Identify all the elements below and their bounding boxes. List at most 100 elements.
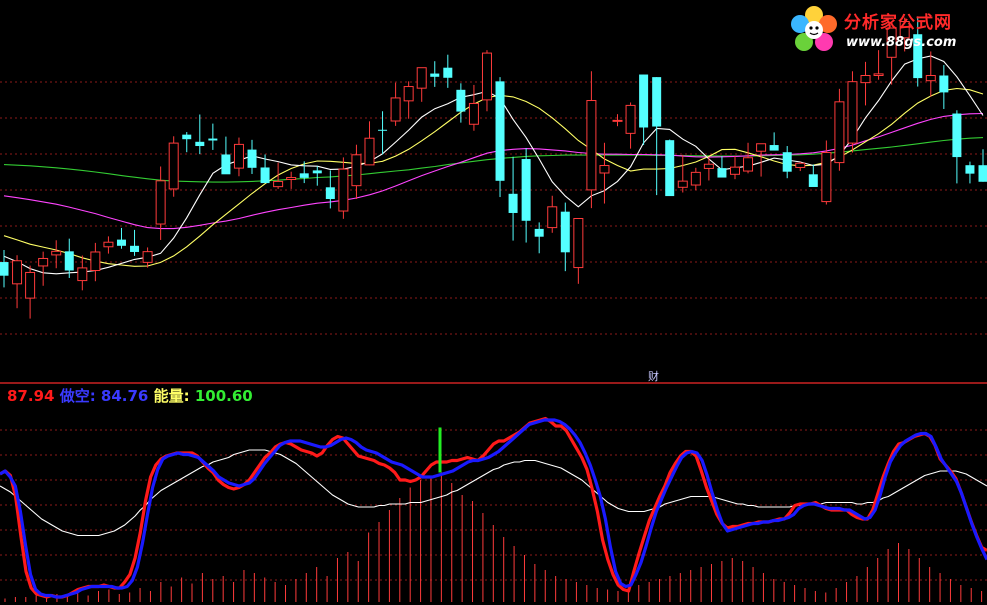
candle-body: [599, 165, 610, 174]
legend-value-2: 84.76: [100, 387, 149, 405]
candle-body: [116, 239, 126, 246]
candle: [456, 83, 466, 123]
candle-body: [743, 157, 754, 172]
candle-body: [168, 142, 179, 190]
candle: [468, 84, 479, 131]
candle-body: [978, 165, 987, 182]
candle-body: [430, 73, 440, 77]
candle: [847, 71, 858, 153]
candle-body: [155, 180, 166, 225]
candle-body: [939, 75, 949, 93]
moving-average-lines: [3, 55, 984, 275]
candle-body: [808, 174, 818, 187]
candle: [690, 167, 701, 191]
candle-body: [378, 129, 388, 131]
candle: [860, 61, 871, 106]
candle-body: [860, 75, 871, 84]
candle: [534, 222, 544, 254]
candle-body: [690, 171, 701, 186]
candle-body: [573, 218, 584, 269]
candle-body: [273, 180, 284, 188]
candle-body: [0, 262, 9, 276]
candle: [573, 218, 584, 284]
financial-marker[interactable]: 财: [648, 368, 659, 384]
candle-body: [233, 143, 244, 169]
candle-body: [547, 206, 558, 229]
candle: [64, 238, 74, 278]
candle-body: [703, 163, 714, 169]
candle: [599, 142, 610, 204]
candle: [965, 161, 975, 184]
candle-body: [90, 251, 101, 272]
candle-body: [38, 257, 49, 267]
candle-body: [77, 267, 88, 282]
candle: [834, 88, 845, 171]
candle: [952, 110, 962, 184]
candle-body: [495, 81, 505, 181]
candle-body: [51, 250, 62, 256]
candle-body: [639, 74, 649, 128]
candle-body: [925, 75, 936, 82]
candle: [168, 136, 179, 197]
candle: [703, 157, 714, 181]
candle-body: [142, 251, 153, 263]
candle-body: [782, 152, 792, 172]
candle: [338, 157, 349, 219]
candle: [364, 121, 375, 166]
candle-body: [756, 143, 767, 152]
candle-body: [103, 241, 114, 248]
watermark-logo: 分析家公式网 www.88gs.com: [788, 4, 984, 60]
candle: [639, 74, 649, 146]
candle: [808, 164, 818, 187]
candle-body: [717, 168, 727, 178]
candle: [273, 162, 284, 189]
candle-body: [665, 140, 675, 197]
watermark-brand: 分析家公式网: [844, 13, 952, 33]
candle-body: [312, 170, 322, 174]
candle-body: [12, 260, 23, 285]
candle: [586, 71, 597, 209]
candle-body: [847, 81, 858, 144]
candle-body: [208, 138, 218, 141]
candle-body: [25, 271, 36, 299]
candle-body: [403, 86, 414, 102]
flower-logo-icon: [791, 6, 837, 51]
candle-body: [182, 134, 192, 140]
candle: [508, 156, 518, 241]
candle: [116, 227, 126, 249]
candle: [182, 132, 192, 153]
candle-body: [443, 67, 453, 78]
candle-body: [468, 102, 479, 125]
legend-label-3: 能量:: [153, 387, 190, 405]
candle-body: [652, 77, 662, 127]
candle-body: [221, 154, 231, 175]
candle: [103, 236, 114, 254]
stock-chart-canvas: [0, 16, 987, 602]
candle-body: [560, 211, 570, 253]
candle-body: [130, 245, 140, 252]
candle-body: [625, 104, 636, 134]
moving-average-white: [3, 55, 984, 275]
candle-body: [586, 100, 597, 191]
candle-body: [195, 141, 205, 147]
candle: [142, 247, 153, 268]
candle-body: [612, 119, 623, 122]
candle-body: [729, 166, 740, 175]
candle: [769, 132, 779, 151]
candle-body: [965, 165, 975, 174]
candle-body: [534, 228, 544, 237]
candle-body: [821, 152, 832, 203]
candle-body: [364, 137, 375, 166]
candle-body: [64, 251, 74, 271]
indicator-legend: 87.94 做空: 84.76 能量: 100.60: [7, 385, 253, 406]
candle: [782, 146, 792, 179]
candle: [90, 242, 101, 282]
candle-body: [338, 168, 349, 212]
candle-body: [677, 180, 688, 188]
candle: [756, 143, 767, 177]
candle: [25, 265, 36, 319]
candle-body: [416, 67, 427, 89]
candle: [652, 77, 662, 196]
candle-body: [286, 177, 297, 181]
candle-body: [325, 187, 335, 199]
